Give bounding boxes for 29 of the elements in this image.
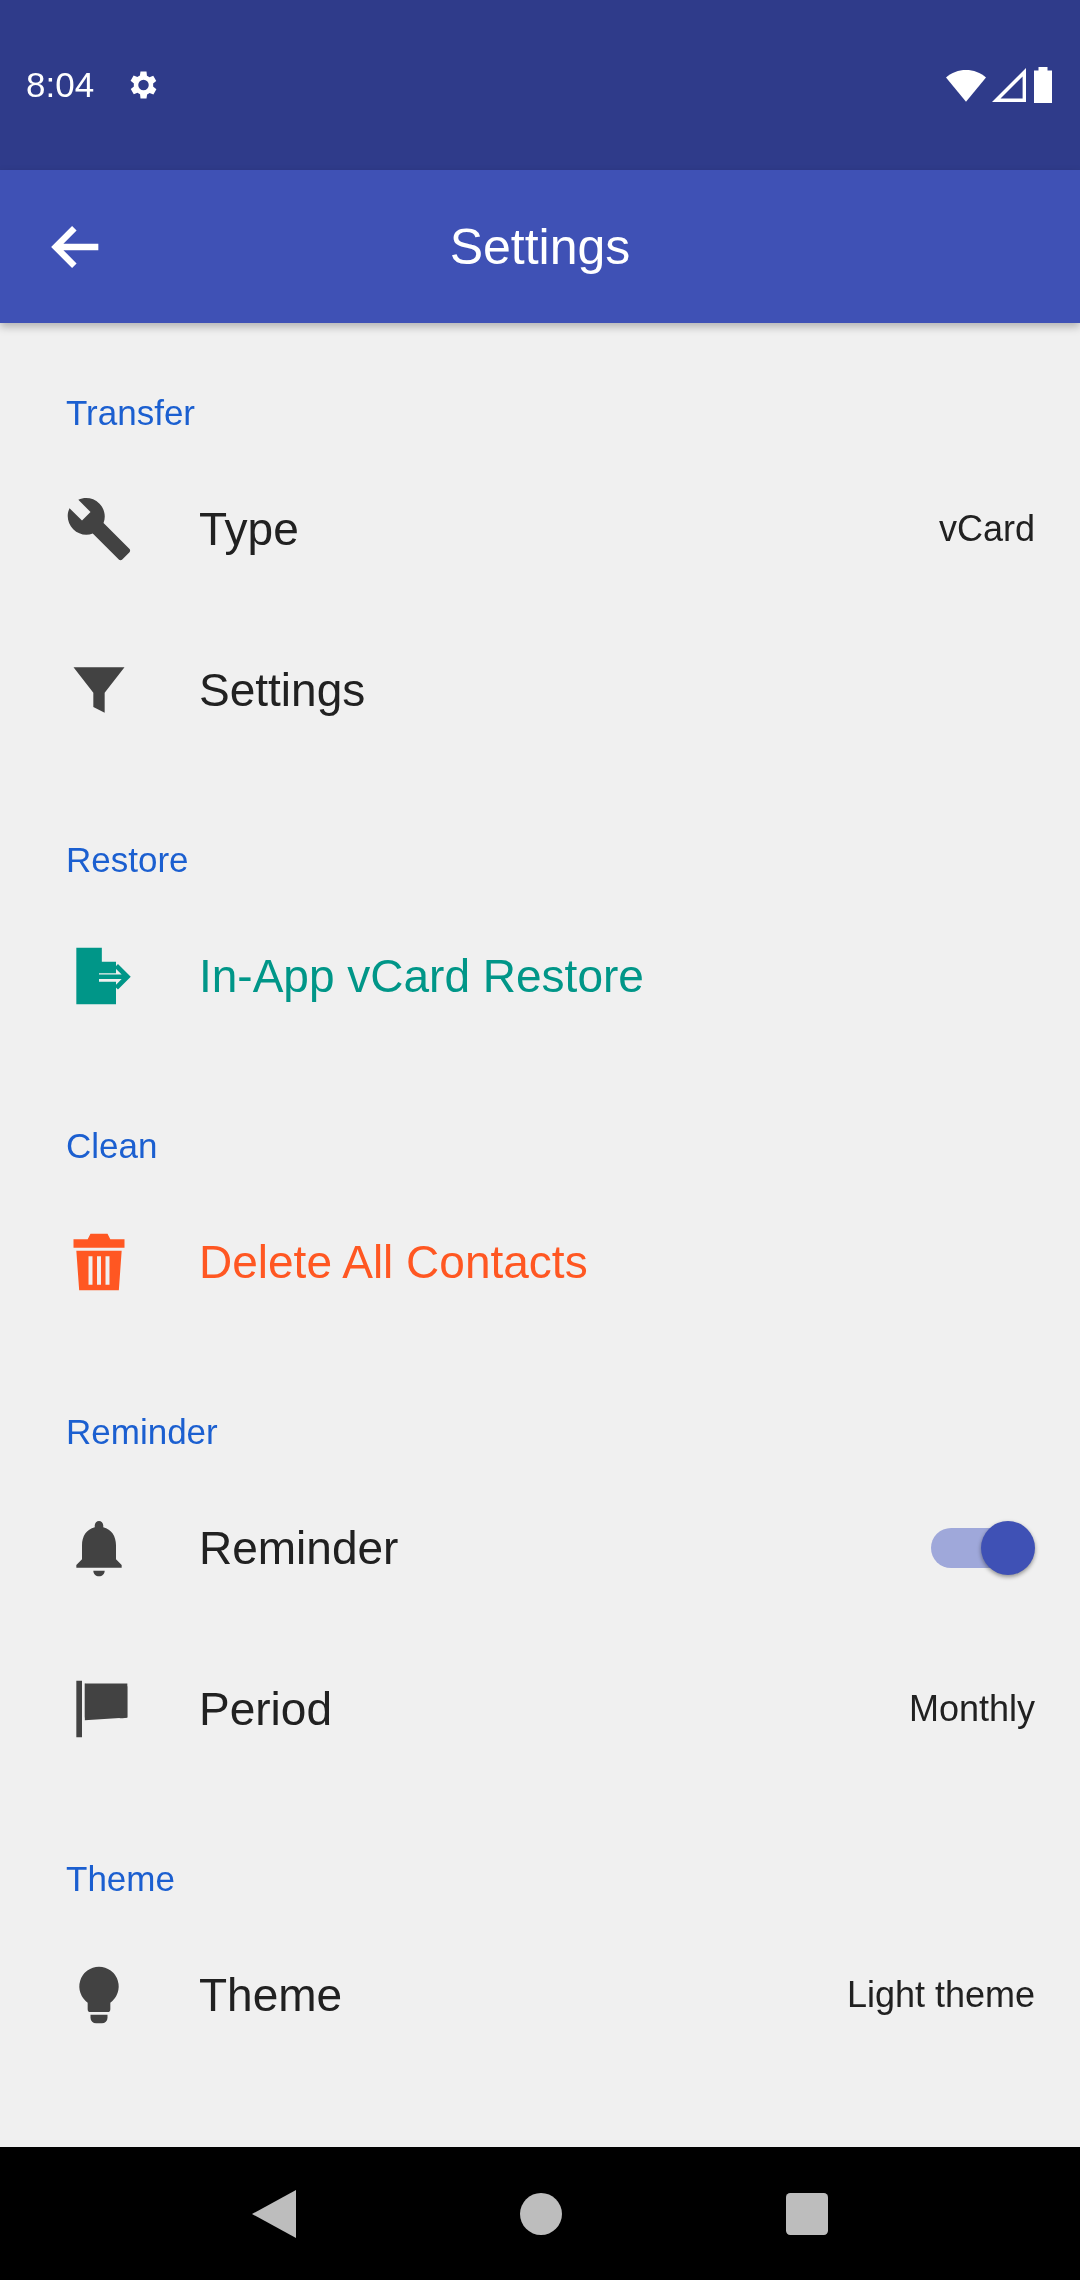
row-title: Settings [199,662,366,717]
row-title: Theme [199,1967,343,2022]
row-title: Type [199,501,299,556]
row-title: Delete All Contacts [199,1234,588,1289]
recents-nav-button[interactable] [786,2192,828,2235]
row-value: vCard [938,507,1035,550]
section-header: Theme [66,1859,175,1898]
settings-row[interactable]: Settings [0,609,1080,770]
section-header: Restore [66,840,189,879]
section-header: Transfer [66,393,195,432]
row-value: Light theme [846,1973,1035,2016]
back-nav-button[interactable] [252,2189,296,2238]
section-header: Clean [66,1126,158,1165]
row-title: Reminder [199,1520,399,1575]
row-value: Monthly [908,1687,1035,1730]
section-header: Reminder [66,1412,218,1451]
settings-row[interactable]: Period Monthly [0,1628,1080,1789]
signal-icon [992,68,1026,102]
reminder-switch[interactable] [981,1520,1035,1575]
battery-icon [1032,67,1054,103]
app-bar-title: Settings [449,218,631,275]
row-title: In-App vCard Restore [199,948,644,1003]
wifi-icon [946,68,986,102]
home-nav-button[interactable] [520,2192,562,2235]
status-time: 8:04 [26,65,95,105]
settings-row[interactable]: Theme Light theme [0,1914,1080,2075]
settings-row[interactable]: Reminder [0,1467,1080,1628]
settings-row[interactable]: Type vCard [0,448,1080,609]
row-title: Period [199,1681,332,1736]
